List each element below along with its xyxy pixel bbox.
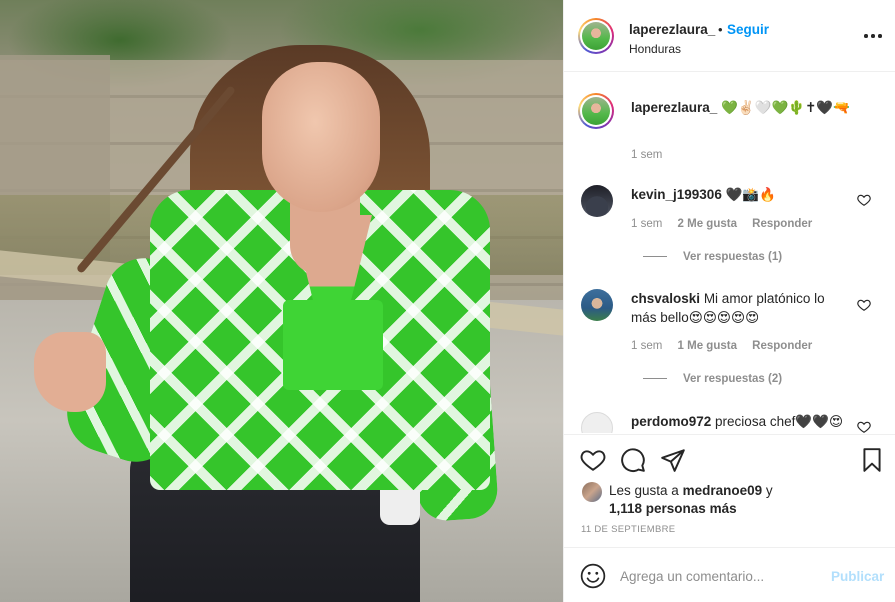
commenter-username[interactable]: perdomo972 <box>631 414 711 429</box>
post-date[interactable]: 11 DE SEPTIEMBRE <box>581 524 675 535</box>
comment-likes[interactable]: 1 Me gusta <box>678 340 737 352</box>
view-replies-label: Ver respuestas (1) <box>683 251 783 263</box>
comment-heart-icon[interactable] <box>857 298 871 312</box>
post-side-panel: laperezlaura_ • Seguir Honduras laperezl… <box>563 0 895 602</box>
bookmark-icon[interactable] <box>859 447 885 473</box>
more-horizontal-icon[interactable] <box>862 24 884 46</box>
publish-button[interactable]: Publicar <box>831 569 884 584</box>
comment-time[interactable]: 1 sem <box>631 218 662 230</box>
comment-composer: Publicar <box>564 547 895 602</box>
commenter-avatar[interactable] <box>581 412 613 433</box>
likes-summary: Les gusta a medranoe09 y 1,118 personas … <box>609 482 869 518</box>
subject-green-top <box>283 300 383 390</box>
post-location[interactable]: Honduras <box>629 42 681 56</box>
commenter-username[interactable]: chsvaloski <box>631 291 700 306</box>
comment-heart-icon[interactable] <box>857 193 871 207</box>
share-icon[interactable] <box>660 447 686 473</box>
header-separator: • <box>718 22 723 37</box>
caption-time[interactable]: 1 sem <box>631 149 662 161</box>
comment-likes[interactable]: 2 Me gusta <box>678 218 737 230</box>
replies-divider <box>643 256 667 258</box>
post-header: laperezlaura_ • Seguir Honduras <box>564 0 895 72</box>
comment-heart-icon[interactable] <box>857 420 871 433</box>
comment-time[interactable]: 1 sem <box>631 340 662 352</box>
comment-meta: 1 sem 2 Me gusta Responder <box>631 218 824 230</box>
view-replies-button[interactable]: Ver respuestas (2) <box>643 373 782 385</box>
comment-body: 🖤📸🔥 <box>725 187 777 202</box>
subject-hand <box>34 332 106 412</box>
replies-divider <box>643 378 667 380</box>
caption-body: 💚✌🏻🤍💚🌵✝🖤🔫 <box>721 100 851 115</box>
view-replies-button[interactable]: Ver respuestas (1) <box>643 251 782 263</box>
liker-username[interactable]: medranoe09 <box>683 483 763 498</box>
post-actions: Les gusta a medranoe09 y 1,118 personas … <box>564 434 895 548</box>
caption-username[interactable]: laperezlaura_ <box>631 100 717 115</box>
comment-meta: 1 sem 1 Me gusta Responder <box>631 340 824 352</box>
liker-avatar[interactable] <box>582 482 602 502</box>
likes-prefix: Les gusta a <box>609 483 679 498</box>
comment-icon[interactable] <box>620 447 646 473</box>
author-username[interactable]: laperezlaura_ <box>629 22 715 37</box>
commenter-username[interactable]: kevin_j199306 <box>631 187 722 202</box>
author-avatar[interactable] <box>578 18 614 54</box>
comment-text: chsvaloski Mi amor platónico lo más bell… <box>631 289 841 327</box>
caption-text: laperezlaura_ 💚✌🏻🤍💚🌵✝🖤🔫 <box>631 99 876 117</box>
reply-button[interactable]: Responder <box>752 218 812 230</box>
comment-text: kevin_j199306 🖤📸🔥 <box>631 185 841 204</box>
caption-avatar[interactable] <box>578 93 614 129</box>
comment-input[interactable] <box>620 562 820 590</box>
follow-button[interactable]: Seguir <box>727 22 769 37</box>
subject-face <box>262 62 380 212</box>
likes-count[interactable]: 1,118 personas más <box>609 501 737 516</box>
commenter-avatar[interactable] <box>581 289 613 321</box>
comment-text: perdomo972 preciosa chef🖤🖤😍 <box>631 412 851 431</box>
photo-subject <box>0 0 563 602</box>
commenter-avatar[interactable] <box>581 185 613 217</box>
view-replies-label: Ver respuestas (2) <box>683 373 783 385</box>
reply-button[interactable]: Responder <box>752 340 812 352</box>
comment-body: preciosa chef🖤🖤😍 <box>715 414 844 429</box>
smiley-icon[interactable] <box>580 563 606 589</box>
likes-connector: y <box>765 483 773 498</box>
heart-icon[interactable] <box>580 447 606 473</box>
comments-list[interactable]: laperezlaura_ 💚✌🏻🤍💚🌵✝🖤🔫 1 sem kevin_j199… <box>564 73 895 433</box>
post-photo[interactable] <box>0 0 563 602</box>
